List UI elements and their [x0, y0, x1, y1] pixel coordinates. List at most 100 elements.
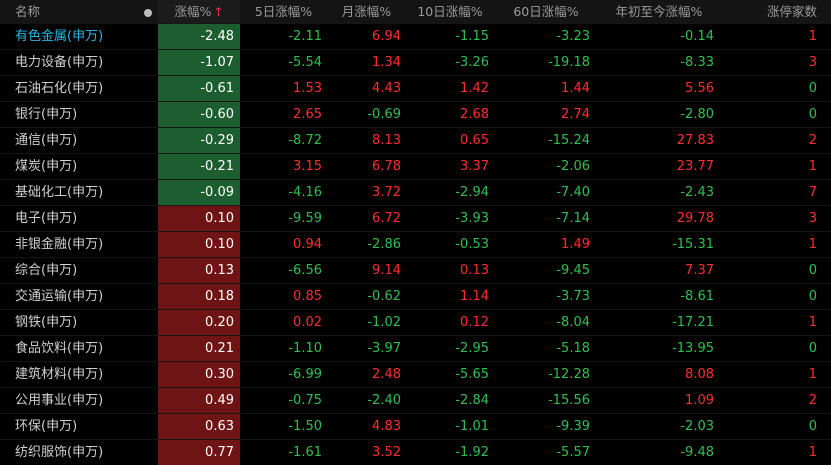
- change-month: 6.78: [372, 159, 401, 174]
- column-header-60day[interactable]: 60日涨幅%: [494, 0, 598, 23]
- change-pct: 0.20: [158, 310, 240, 335]
- change-10day: 2.68: [460, 107, 489, 122]
- change-10day: -1.01: [455, 419, 489, 434]
- dot-cell: [137, 440, 158, 465]
- change-5day: -6.56: [288, 263, 322, 278]
- dot-cell: [137, 388, 158, 413]
- dot-cell: [137, 50, 158, 75]
- table-row[interactable]: 电子(申万) 0.10 -9.59 6.72 -3.93 -7.14 29.78 3: [0, 205, 831, 231]
- change-month: -2.40: [367, 393, 401, 408]
- dot-cell: [137, 76, 158, 101]
- change-10day: 0.12: [460, 315, 489, 330]
- sector-name[interactable]: 纺织服饰(申万): [0, 440, 137, 465]
- sector-name[interactable]: 通信(申万): [0, 128, 137, 153]
- change-10day: -2.84: [455, 393, 489, 408]
- table-row[interactable]: 石油石化(申万) -0.61 1.53 4.43 1.42 1.44 5.56 0: [0, 75, 831, 101]
- sector-name[interactable]: 石油石化(申万): [0, 76, 137, 101]
- limit-up-count: 0: [808, 341, 817, 356]
- column-header-dot[interactable]: [137, 0, 158, 23]
- change-ytd: 8.08: [685, 367, 714, 382]
- limit-up-count: 0: [808, 289, 817, 304]
- change-ytd: -8.61: [680, 289, 714, 304]
- sector-ranking-table: 名称 涨幅% ↑ 5日涨幅% 月涨幅% 10日涨幅% 60日涨幅% 年初至今涨幅%…: [0, 0, 831, 465]
- sector-name[interactable]: 钢铁(申万): [0, 310, 137, 335]
- table-row[interactable]: 公用事业(申万) 0.49 -0.75 -2.40 -2.84 -15.56 1.09 2: [0, 387, 831, 413]
- change-5day: -6.99: [288, 367, 322, 382]
- column-header-ytd[interactable]: 年初至今涨幅%: [598, 0, 720, 23]
- table-row[interactable]: 通信(申万) -0.29 -8.72 8.13 0.65 -15.24 27.83 2: [0, 127, 831, 153]
- table-row[interactable]: 钢铁(申万) 0.20 0.02 -1.02 0.12 -8.04 -17.21 1: [0, 309, 831, 335]
- change-60day: -5.57: [556, 445, 590, 460]
- change-month: -0.62: [367, 289, 401, 304]
- dot-cell: [137, 180, 158, 205]
- sector-name[interactable]: 基础化工(申万): [0, 180, 137, 205]
- table-row[interactable]: 基础化工(申万) -0.09 -4.16 3.72 -2.94 -7.40 -2.43 7: [0, 179, 831, 205]
- change-pct: 0.13: [158, 258, 240, 283]
- column-header-name[interactable]: 名称: [0, 0, 137, 23]
- column-header-change-label: 涨幅%: [174, 4, 212, 19]
- change-pct: -0.21: [158, 154, 240, 179]
- sector-name[interactable]: 综合(申万): [0, 258, 137, 283]
- dot-cell: [137, 310, 158, 335]
- change-10day: 3.37: [460, 159, 489, 174]
- column-header-month[interactable]: 月涨幅%: [327, 0, 406, 23]
- dot-cell: [137, 284, 158, 309]
- change-pct: 0.21: [158, 336, 240, 361]
- sector-name[interactable]: 银行(申万): [0, 102, 137, 127]
- change-60day: 2.74: [561, 107, 590, 122]
- change-ytd: -9.48: [680, 445, 714, 460]
- change-10day: -3.93: [455, 211, 489, 226]
- sector-name[interactable]: 煤炭(申万): [0, 154, 137, 179]
- sector-name[interactable]: 有色金属(申万): [0, 24, 137, 49]
- table-row[interactable]: 食品饮料(申万) 0.21 -1.10 -3.97 -2.95 -5.18 -13.95 0: [0, 335, 831, 361]
- change-ytd: -2.80: [680, 107, 714, 122]
- table-row[interactable]: 非银金融(申万) 0.10 0.94 -2.86 -0.53 1.49 -15.31 1: [0, 231, 831, 257]
- table-row[interactable]: 煤炭(申万) -0.21 3.15 6.78 3.37 -2.06 23.77 1: [0, 153, 831, 179]
- change-month: 9.14: [372, 263, 401, 278]
- table-row[interactable]: 有色金属(申万) -2.48 -2.11 6.94 -1.15 -3.23 -0.14 1: [0, 23, 831, 49]
- sector-name[interactable]: 电子(申万): [0, 206, 137, 231]
- limit-up-count: 0: [808, 107, 817, 122]
- table-row[interactable]: 纺织服饰(申万) 0.77 -1.61 3.52 -1.92 -5.57 -9.48 1: [0, 439, 831, 465]
- change-pct: 0.18: [158, 284, 240, 309]
- table-row[interactable]: 综合(申万) 0.13 -6.56 9.14 0.13 -9.45 7.37 0: [0, 257, 831, 283]
- table-row[interactable]: 建筑材料(申万) 0.30 -6.99 2.48 -5.65 -12.28 8.08 1: [0, 361, 831, 387]
- table-row[interactable]: 交通运输(申万) 0.18 0.85 -0.62 1.14 -3.73 -8.61 0: [0, 283, 831, 309]
- table-body: 有色金属(申万) -2.48 -2.11 6.94 -1.15 -3.23 -0.14 1 电力…: [0, 23, 831, 465]
- limit-up-count: 1: [808, 237, 817, 252]
- change-pct: -0.61: [158, 76, 240, 101]
- dot-cell: [137, 362, 158, 387]
- change-month: 4.43: [372, 81, 401, 96]
- change-10day: -5.65: [455, 367, 489, 382]
- sector-name[interactable]: 电力设备(申万): [0, 50, 137, 75]
- limit-up-count: 3: [808, 55, 817, 70]
- column-header-5day[interactable]: 5日涨幅%: [240, 0, 327, 23]
- sector-name[interactable]: 食品饮料(申万): [0, 336, 137, 361]
- change-month: 6.72: [372, 211, 401, 226]
- change-60day: -15.24: [548, 133, 590, 148]
- dot-cell: [137, 128, 158, 153]
- limit-up-count: 2: [808, 133, 817, 148]
- change-5day: -5.54: [288, 55, 322, 70]
- column-header-change[interactable]: 涨幅% ↑: [158, 0, 240, 23]
- change-ytd: 27.83: [676, 133, 714, 148]
- sector-name[interactable]: 环保(申万): [0, 414, 137, 439]
- change-month: -1.02: [367, 315, 401, 330]
- limit-up-count: 1: [808, 367, 817, 382]
- table-row[interactable]: 银行(申万) -0.60 2.65 -0.69 2.68 2.74 -2.80 0: [0, 101, 831, 127]
- sector-name[interactable]: 公用事业(申万): [0, 388, 137, 413]
- table-row[interactable]: 环保(申万) 0.63 -1.50 4.83 -1.01 -9.39 -2.03 0: [0, 413, 831, 439]
- change-month: 2.48: [372, 367, 401, 382]
- sector-name[interactable]: 非银金融(申万): [0, 232, 137, 257]
- sector-name[interactable]: 建筑材料(申万): [0, 362, 137, 387]
- change-60day: -2.06: [556, 159, 590, 174]
- change-pct: 0.49: [158, 388, 240, 413]
- dot-cell: [137, 336, 158, 361]
- column-header-limit-up[interactable]: 涨停家数: [720, 0, 831, 23]
- column-header-10day[interactable]: 10日涨幅%: [406, 0, 494, 23]
- sector-name[interactable]: 交通运输(申万): [0, 284, 137, 309]
- change-10day: 1.14: [460, 289, 489, 304]
- table-row[interactable]: 电力设备(申万) -1.07 -5.54 1.34 -3.26 -19.18 -8.33 3: [0, 49, 831, 75]
- change-ytd: 1.09: [685, 393, 714, 408]
- change-10day: 1.42: [460, 81, 489, 96]
